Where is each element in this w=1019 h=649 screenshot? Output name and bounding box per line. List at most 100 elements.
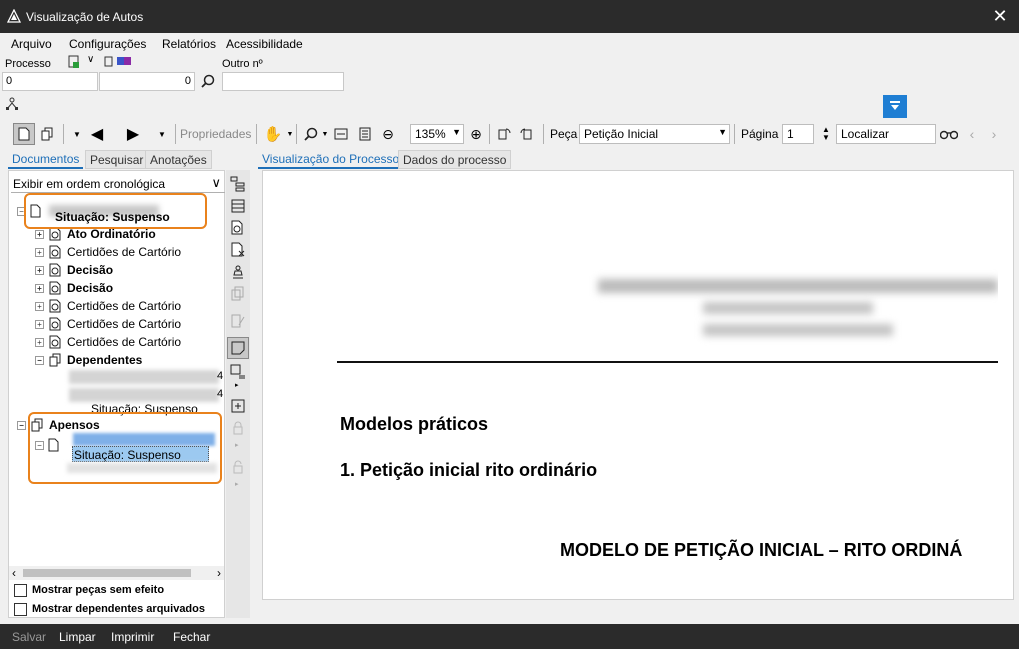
- piece-select[interactable]: Petição Inicial ▼: [579, 124, 730, 144]
- page-value: 1: [787, 127, 794, 141]
- show-archived-checkbox[interactable]: [14, 603, 27, 616]
- rotate-right-icon[interactable]: [516, 123, 538, 145]
- doc-heading-models: Modelos práticos: [340, 414, 489, 434]
- horizontal-rule: [337, 361, 998, 363]
- next-icon[interactable]: ▶: [122, 123, 144, 145]
- seal-document-icon: [49, 335, 61, 349]
- properties-button[interactable]: Propriedades: [180, 127, 251, 141]
- other-number-label: Outro nº: [222, 58, 263, 70]
- new-document-icon[interactable]: [68, 55, 80, 68]
- tab-pesquisar[interactable]: Pesquisar: [85, 150, 149, 169]
- filter-toggle-button[interactable]: [883, 95, 907, 118]
- list-icon[interactable]: [230, 198, 246, 214]
- forward-dropdown-icon[interactable]: ▼: [151, 123, 173, 145]
- tree-expand-icon[interactable]: [230, 176, 246, 192]
- tree-item-certidoes-3[interactable]: + Certidões de Cartório: [35, 317, 181, 331]
- process-number-field-1[interactable]: 0: [2, 72, 98, 91]
- dependent-num-1: 4: [217, 370, 224, 382]
- lock-disabled-icon: [233, 421, 243, 435]
- tree-item-dependentes[interactable]: − Dependentes: [35, 353, 142, 367]
- hand-dropdown-icon[interactable]: ▼: [279, 123, 301, 145]
- previous-icon[interactable]: ◀: [86, 123, 108, 145]
- menu-acessibilidade[interactable]: Acessibilidade: [226, 37, 303, 51]
- add-note-icon[interactable]: [230, 398, 246, 414]
- search-field[interactable]: Localizar: [836, 124, 936, 144]
- piece-label: Peça: [550, 127, 578, 141]
- tree-item-certidoes-2[interactable]: + Certidões de Cartório: [35, 299, 181, 313]
- close-button[interactable]: Fechar: [173, 630, 210, 644]
- scrollbar-thumb[interactable]: [23, 569, 191, 577]
- tab-documentos[interactable]: Documentos: [8, 150, 84, 169]
- search-previous-icon[interactable]: ‹: [961, 123, 983, 145]
- doc-heading-model-title: MODELO DE PETIÇÃO INICIAL – RITO ORDINÁ: [560, 540, 963, 560]
- zoom-in-icon[interactable]: ⊕: [465, 123, 487, 145]
- print-button[interactable]: Imprimir: [111, 630, 154, 644]
- seal-document-icon: [49, 317, 61, 331]
- note-button[interactable]: [227, 337, 249, 359]
- chevron-down-icon[interactable]: ∨: [87, 54, 94, 65]
- unlock-dropdown-icon: ▸: [235, 481, 239, 488]
- fit-width-icon[interactable]: [330, 123, 352, 145]
- process-number-suffix: 0: [184, 75, 191, 87]
- zoom-select[interactable]: 135% ▼: [410, 124, 464, 144]
- menu-relatorios[interactable]: Relatórios: [162, 37, 216, 51]
- other-number-field[interactable]: [222, 72, 344, 91]
- tree-item-label: Decisão: [67, 263, 114, 277]
- doc-heading-petition: 1. Petição inicial rito ordinário: [340, 460, 598, 480]
- vertical-scrollbar[interactable]: [998, 171, 1013, 599]
- search-next-icon[interactable]: ›: [983, 123, 1005, 145]
- piece-value: Petição Inicial: [584, 127, 659, 141]
- tab-dados-processo[interactable]: Dados do processo: [398, 150, 512, 169]
- order-select[interactable]: Exibir em ordem cronológica ∨: [11, 175, 225, 193]
- process-number-field-2[interactable]: 0: [99, 72, 195, 91]
- color-blue-icon[interactable]: [117, 57, 124, 65]
- page-spinner-icon[interactable]: ▲ ▼: [815, 123, 837, 145]
- search-icon[interactable]: [201, 74, 216, 89]
- tab-visualizacao[interactable]: Visualização do Processo: [258, 150, 404, 169]
- clear-button[interactable]: Limpar: [59, 630, 96, 644]
- tree-item-decisao-1[interactable]: + Decisão: [35, 263, 113, 277]
- title-bar: Visualização de Autos ✕: [0, 0, 1019, 33]
- rotate-left-icon[interactable]: [493, 123, 515, 145]
- process-tools: ∨: [68, 54, 138, 69]
- color-purple-icon[interactable]: [124, 57, 131, 65]
- copy-view-button[interactable]: [37, 123, 59, 145]
- tree-item-certidoes-1[interactable]: + Certidões de Cartório: [35, 245, 181, 259]
- zoom-out-icon[interactable]: ⊖: [377, 123, 399, 145]
- seal-document-icon: [49, 227, 61, 241]
- tree-item-label: Certidões de Cartório: [67, 245, 182, 259]
- stamp-icon[interactable]: [230, 264, 246, 280]
- fit-page-icon[interactable]: [354, 123, 376, 145]
- show-no-effect-checkbox[interactable]: [14, 584, 27, 597]
- document-view-button[interactable]: [13, 123, 35, 145]
- close-icon[interactable]: ✕: [991, 7, 1009, 25]
- tab-anotacoes[interactable]: Anotações: [145, 150, 212, 169]
- binoculars-icon[interactable]: [938, 123, 960, 145]
- remove-seal-icon[interactable]: [230, 242, 246, 258]
- bookmark-icon[interactable]: [104, 56, 114, 68]
- save-button[interactable]: Salvar: [12, 630, 46, 644]
- tree-item-certidoes-4[interactable]: + Certidões de Cartório: [35, 335, 181, 349]
- note-dropdown-icon[interactable]: ▸: [235, 381, 239, 389]
- seal-document-icon[interactable]: [230, 220, 246, 236]
- document-page: Modelos práticos 1. Petição inicial rito…: [263, 171, 998, 599]
- hierarchy-icon[interactable]: [5, 97, 21, 111]
- back-dropdown-icon[interactable]: ▼: [66, 123, 88, 145]
- menu-configuracoes[interactable]: Configurações: [69, 37, 146, 51]
- menu-arquivo[interactable]: Arquivo: [11, 37, 52, 51]
- page-input[interactable]: 1: [782, 124, 814, 144]
- search-value: Localizar: [841, 127, 890, 141]
- page-label: Página: [741, 127, 779, 141]
- note-list-icon[interactable]: [230, 364, 246, 380]
- seal-document-icon: [49, 281, 61, 295]
- horizontal-scrollbar[interactable]: ‹ ›: [9, 566, 224, 580]
- show-archived-label: Mostrar dependentes arquivados: [32, 603, 205, 615]
- page-icon: [18, 127, 30, 141]
- filter-icon: [890, 101, 900, 110]
- tree-item-ato[interactable]: + Ato Ordinatório: [35, 227, 156, 241]
- document-viewer: Modelos práticos 1. Petição inicial rito…: [262, 170, 1014, 600]
- tree-item-decisao-2[interactable]: + Decisão: [35, 281, 113, 295]
- tree-item-label: Ato Ordinatório: [67, 227, 156, 241]
- tree-item-label: Certidões de Cartório: [67, 317, 182, 331]
- main-toolbar: ▼ ◀ ▶ ▼ Propriedades ✋ ▼ ▼ ⊖ 135% ▼ ⊕ Pe…: [0, 120, 1019, 148]
